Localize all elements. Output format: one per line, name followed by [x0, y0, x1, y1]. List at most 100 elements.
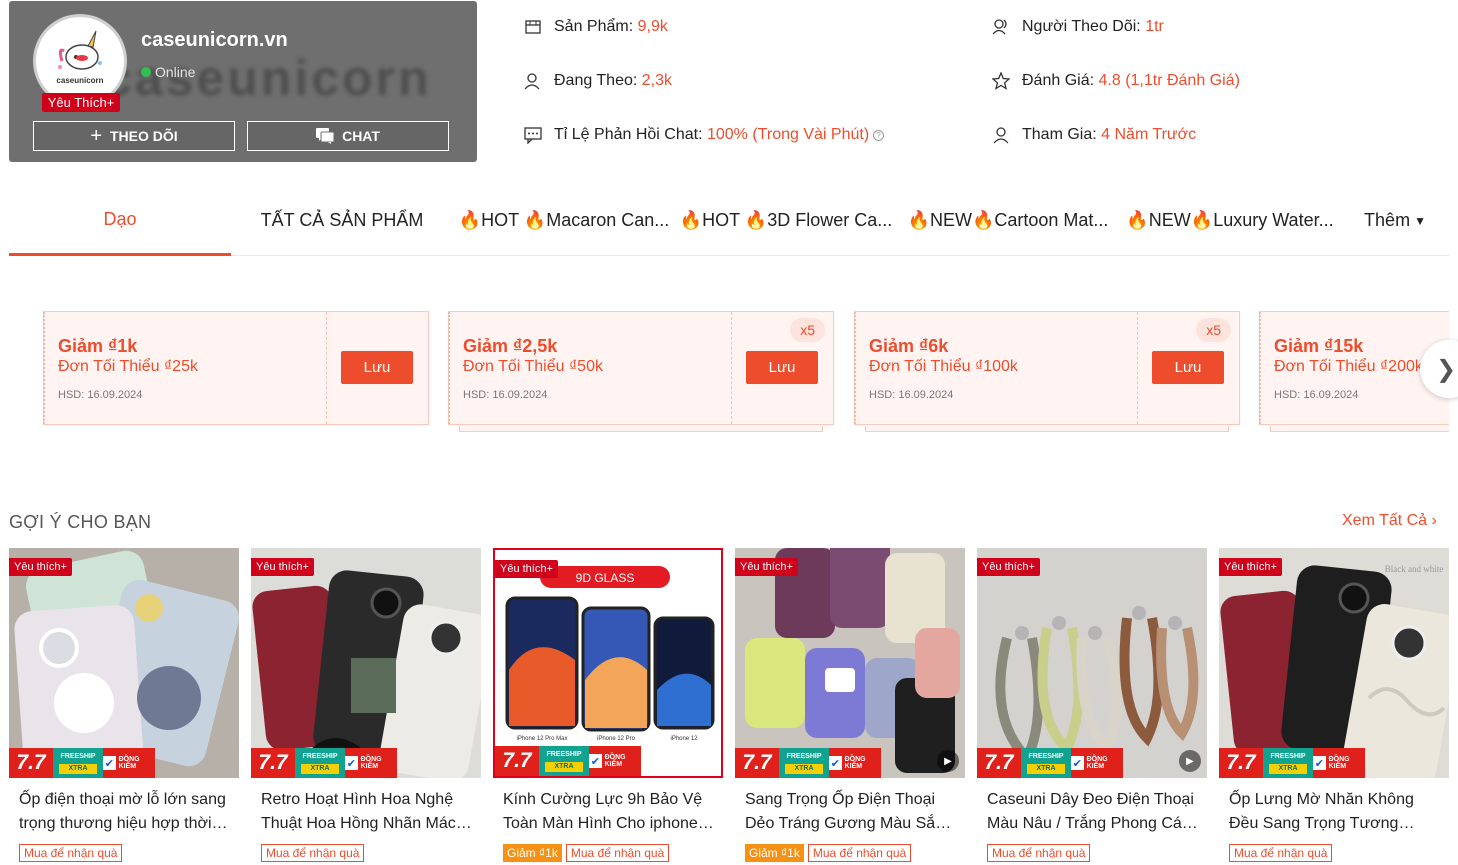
play-video-icon[interactable]: ▶ [937, 750, 959, 772]
product-card[interactable]: Black and white Yêu thích+ 7.7 FREESHIP X… [1219, 548, 1449, 865]
play-video-icon[interactable]: ▶ [1179, 750, 1201, 772]
tab-home[interactable]: Dạo [9, 186, 231, 256]
product-card[interactable]: Yêu thích+ 7.7 FREESHIP XTRA ✔ ĐỒNG KIỂM ▶… [977, 548, 1207, 865]
freeship-label: FREESHIP [1270, 753, 1306, 760]
dongkiem-label: ĐỒNG KIỂM [1328, 756, 1350, 770]
see-all-label: Xem Tất Cả [1342, 512, 1428, 529]
voucher-title: Giảm ₫15k [1274, 336, 1364, 356]
product-tags: Mua để nhận quà [19, 844, 123, 862]
section-title: GỢI Ý CHO BẠN [9, 512, 152, 532]
promo-badges: 7.7 FREESHIP XTRA ✔ ĐỒNG KIỂM [977, 748, 1123, 778]
voucher-edge [854, 312, 858, 424]
product-name[interactable]: Kính Cường Lực 9h Bảo Vệ Toàn Màn Hình C… [503, 788, 715, 836]
chevron-right-icon: ❯ [1436, 355, 1457, 383]
voucher-save-button[interactable]: Lưu [1152, 351, 1224, 384]
product-image[interactable]: Black and white Yêu thích+ 7.7 FREESHIP X… [1219, 548, 1449, 778]
dongkiem-badge: ✔ ĐỒNG KIỂM [1313, 748, 1365, 778]
phone-case-candy-photo-icon [735, 548, 965, 778]
help-icon[interactable]: ? [873, 129, 885, 141]
dongkiem-label: ĐỒNG KIỂM [1086, 756, 1108, 770]
freeship-label: FREESHIP [786, 753, 822, 760]
product-name[interactable]: Caseuni Dây Đeo Điện Thoại Màu Nâu / Trắ… [987, 788, 1199, 836]
freeship-badge: FREESHIP XTRA [53, 748, 103, 778]
voucher-save-button[interactable]: Lưu [341, 351, 413, 384]
favorite-plus-badge: Yêu thích+ [495, 560, 558, 578]
voucher-title: Giảm ₫1k [58, 336, 138, 356]
stat-following-label: Đang Theo: [554, 72, 638, 89]
phone-case-wavy-photo-icon: Black and white [1219, 548, 1449, 778]
product-name[interactable]: Sang Trọng Ốp Điện Thoại Dẻo Tráng Gương… [745, 788, 957, 836]
dongkiem-label: ĐỒNG KIỂM [604, 754, 626, 768]
product-card[interactable]: Yêu thích+ 7.7 FREESHIP XTRA ✔ ĐỒNG KIỂM ▶… [735, 548, 965, 865]
stat-rating-label: Đánh Giá: [1022, 72, 1095, 89]
gift-tag: Mua để nhận quà [565, 844, 670, 862]
freeship-badge: FREESHIP XTRA [1021, 748, 1071, 778]
product-name[interactable]: Retro Hoạt Hình Hoa Nghệ Thuật Hoa Hồng … [261, 788, 473, 836]
dongkiem-badge: ✔ ĐỒNG KIỂM [1071, 748, 1123, 778]
promo-badges: 7.7 FREESHIP XTRA ✔ ĐỒNG KIỂM [495, 746, 641, 776]
tab-all-products[interactable]: TẤT CẢ SẢN PHẨM [231, 186, 453, 256]
tab-more[interactable]: Thêm ▼ [1341, 186, 1449, 256]
product-name[interactable]: Ốp điện thoại mờ lỗ lớn sang trọng thươn… [19, 788, 231, 836]
voucher-divider [731, 312, 732, 424]
chat-button[interactable]: CHAT [247, 121, 449, 151]
tab-new-luxury[interactable]: 🔥NEW🔥Luxury Water... [1119, 186, 1341, 256]
voucher-card: Giảm ₫6k Đơn Tối Thiểu ₫100k HSD: 16.09.… [854, 311, 1240, 432]
tab-new-cartoon[interactable]: 🔥NEW🔥Cartoon Mat... [897, 186, 1119, 256]
favorite-plus-badge: Yêu Thích+ [42, 93, 120, 112]
stat-response-value: 100% (Trong Vài Phút) [706, 126, 870, 143]
favorite-plus-badge: Yêu thích+ [977, 558, 1040, 576]
freeship-label: FREESHIP [1028, 753, 1064, 760]
dongkiem-label: ĐỒNG KIỂM [844, 756, 866, 770]
star-icon [992, 72, 1010, 90]
product-image[interactable]: Yêu thích+ 7.7 FREESHIP XTRA ✔ ĐỒNG KIỂM ▶ [735, 548, 965, 778]
check-icon: ✔ [103, 756, 116, 770]
sale-77-badge: 7.7 [251, 748, 295, 778]
stat-followers-label: Người Theo Dõi: [1022, 18, 1141, 35]
voucher-edge [1259, 312, 1263, 424]
freeship-xtra-label: XTRA [59, 764, 97, 774]
voucher-edge [448, 312, 452, 424]
see-all-link[interactable]: Xem Tất Cả › [1342, 512, 1437, 530]
product-name[interactable]: Ốp Lưng Mờ Nhăn Không Đều Sang Trọng Tươ… [1229, 788, 1441, 836]
stat-joined-label: Tham Gia: [1022, 126, 1097, 143]
gift-tag: Mua để nhận quà [1229, 844, 1333, 862]
stat-following-value: 2,3k [641, 72, 673, 89]
product-card[interactable]: 9D GLASS iPhone 12 Pro Max iPhone 12 Pro… [493, 548, 723, 865]
voucher-expiry: HSD: 16.09.2024 [1274, 389, 1359, 401]
promo-badges: 7.7 FREESHIP XTRA ✔ ĐỒNG KIỂM [735, 748, 881, 778]
freeship-xtra-label: XTRA [301, 764, 339, 774]
voucher-divider [326, 312, 327, 424]
product-image[interactable]: Yêu thích+ 7.7 FREESHIP XTRA ✔ ĐỒNG KIỂM [251, 548, 481, 778]
product-tags: Giảm ₫1k Mua để nhận quà [503, 844, 670, 862]
stat-products-value: 9,9k [637, 18, 668, 35]
freeship-xtra-label: XTRA [1027, 764, 1065, 774]
dongkiem-badge: ✔ ĐỒNG KIỂM [829, 748, 881, 778]
follow-button[interactable]: + THEO DÕI [33, 121, 235, 151]
freeship-badge: FREESHIP XTRA [295, 748, 345, 778]
freeship-xtra-label: XTRA [785, 764, 823, 774]
stat-rating-value: 4.8 (1,1tr Đánh Giá) [1098, 72, 1240, 89]
product-image[interactable]: Yêu thích+ 7.7 FREESHIP XTRA ✔ ĐỒNG KIỂM [9, 548, 239, 778]
tab-hot-3d-flower[interactable]: 🔥HOT 🔥3D Flower Ca... [675, 186, 897, 256]
favorite-plus-badge: Yêu thích+ [735, 558, 798, 576]
tab-hot-macaron[interactable]: 🔥HOT 🔥Macaron Can... [453, 186, 675, 256]
chat-bubble-icon [524, 126, 542, 144]
shop-nav-tabs: Dạo TẤT CẢ SẢN PHẨM 🔥HOT 🔥Macaron Can...… [9, 186, 1449, 256]
online-dot-icon [141, 67, 151, 77]
product-card[interactable]: Yêu thích+ 7.7 FREESHIP XTRA ✔ ĐỒNG KIỂM Ố… [9, 548, 239, 865]
discount-tag: Giảm ₫1k [745, 844, 804, 862]
product-card[interactable]: Yêu thích+ 7.7 FREESHIP XTRA ✔ ĐỒNG KIỂM R… [251, 548, 481, 865]
product-image[interactable]: 9D GLASS iPhone 12 Pro Max iPhone 12 Pro… [493, 548, 723, 778]
promo-badges: 7.7 FREESHIP XTRA ✔ ĐỒNG KIỂM [1219, 748, 1365, 778]
favorite-plus-badge: Yêu thích+ [1219, 558, 1282, 576]
voucher-quantity-badge: x5 [790, 318, 825, 342]
product-image[interactable]: Yêu thích+ 7.7 FREESHIP XTRA ✔ ĐỒNG KIỂM ▶ [977, 548, 1207, 778]
stat-products: Sản Phẩm: 9,9k [524, 18, 668, 36]
phone-case-cat-photo-icon [9, 548, 239, 778]
stat-joined-value: 4 Năm Trước [1101, 126, 1197, 143]
user-add-icon [524, 72, 542, 90]
followers-icon [992, 18, 1010, 36]
voucher-save-button[interactable]: Lưu [746, 351, 818, 384]
glass-label: 9D GLASS [576, 571, 635, 585]
